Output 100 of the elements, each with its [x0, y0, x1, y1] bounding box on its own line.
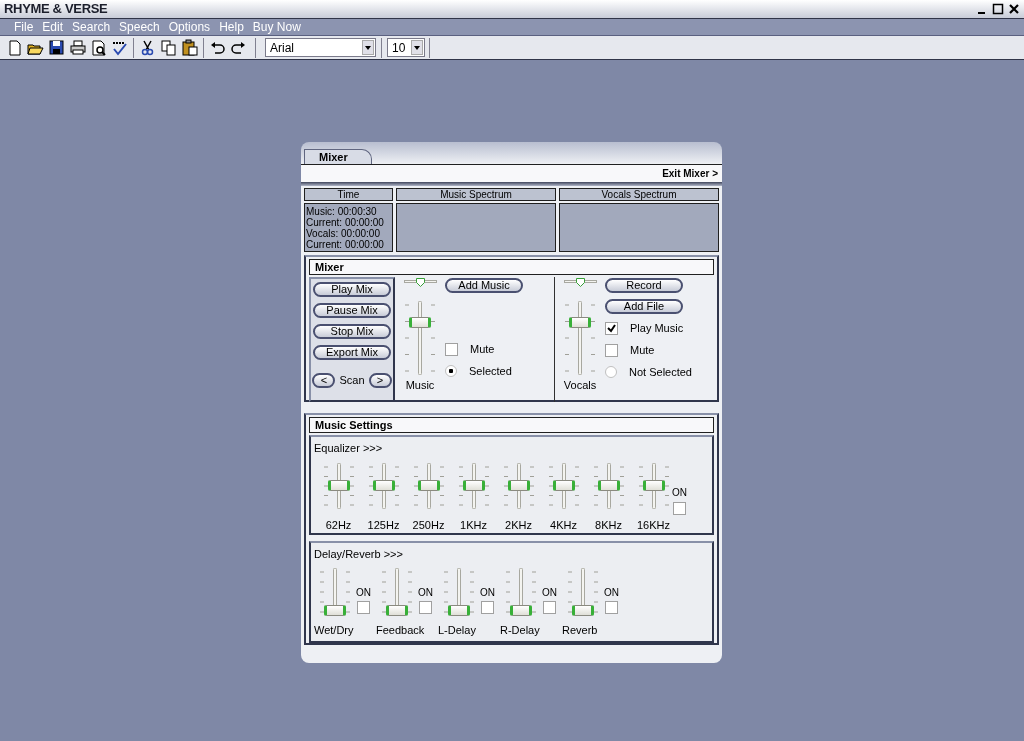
scan-back-button[interactable]: <: [312, 372, 336, 388]
on-label: ON: [672, 485, 687, 500]
transport-button[interactable]: Export Mix: [313, 345, 391, 360]
band-label: 62Hz: [325, 517, 352, 533]
slider-thumb[interactable]: [372, 480, 395, 491]
slider-thumb[interactable]: [507, 480, 530, 491]
redo-icon[interactable]: [230, 39, 247, 56]
vertical-slider[interactable]: [563, 301, 597, 375]
checkbox[interactable]: [481, 600, 494, 614]
slider-thumb[interactable]: [409, 316, 431, 328]
section-heading: Music Settings: [309, 417, 714, 433]
slider-thumb[interactable]: [415, 278, 425, 287]
column-header: Vocals Spectrum: [559, 188, 719, 201]
slider-thumb[interactable]: [510, 604, 532, 616]
checkbox[interactable]: [605, 343, 618, 357]
radio-button[interactable]: [605, 366, 617, 378]
checkbox[interactable]: [419, 600, 432, 614]
vertical-slider[interactable]: [442, 567, 476, 616]
vertical-slider[interactable]: [366, 462, 401, 509]
vertical-slider[interactable]: [501, 462, 536, 509]
slider-thumb[interactable]: [417, 480, 440, 491]
vertical-slider[interactable]: [566, 567, 600, 616]
caret-icon[interactable]: [411, 40, 423, 55]
copy-icon[interactable]: [160, 39, 177, 56]
print-preview-icon[interactable]: [90, 39, 107, 56]
slider-thumb[interactable]: [386, 604, 408, 616]
slider-thumb[interactable]: [462, 480, 485, 491]
vertical-slider[interactable]: [591, 462, 626, 509]
option-label: Mute: [630, 342, 655, 358]
on-label: ON: [542, 585, 557, 600]
channel-button[interactable]: Add Music: [445, 278, 523, 293]
slider-thumb[interactable]: [448, 604, 470, 616]
tab[interactable]: Mixer: [304, 149, 372, 164]
slider-thumb[interactable]: [642, 480, 665, 491]
transport-button[interactable]: Stop Mix: [313, 324, 391, 339]
band-label: 125Hz: [367, 517, 400, 533]
vertical-slider[interactable]: [456, 462, 491, 509]
slider-thumb[interactable]: [324, 604, 346, 616]
vertical-slider[interactable]: [636, 462, 671, 509]
channel-label: Music: [405, 378, 435, 393]
checkbox[interactable]: [357, 600, 370, 614]
printer-icon[interactable]: [69, 39, 86, 56]
caret-icon[interactable]: [362, 40, 374, 55]
paste-icon[interactable]: [181, 39, 198, 56]
band-label: 250Hz: [412, 517, 445, 533]
checkbox[interactable]: [445, 342, 458, 356]
spellcheck-icon[interactable]: [111, 39, 128, 56]
transport-button[interactable]: Play Mix: [313, 282, 391, 297]
band-label: 8KHz: [595, 517, 622, 533]
checkbox[interactable]: [605, 600, 618, 614]
effect-label: L-Delay: [438, 622, 476, 638]
transport-button[interactable]: Pause Mix: [313, 303, 391, 318]
scan-forward-button[interactable]: >: [368, 372, 392, 388]
pan-slider[interactable]: [403, 278, 437, 288]
equalizer-title: Equalizer >>>: [314, 441, 383, 456]
column-header: Time: [304, 188, 393, 201]
vertical-slider[interactable]: [411, 462, 446, 509]
time-readout: Vocals: 00:00:00: [306, 228, 381, 239]
on-label: ON: [418, 585, 433, 600]
time-readout: Current: 00:00:00: [306, 217, 385, 228]
slider-thumb[interactable]: [569, 316, 591, 328]
on-label: ON: [604, 585, 619, 600]
window-title: RHYME & VERSE: [4, 0, 108, 19]
slider-thumb[interactable]: [597, 480, 620, 491]
band-label: 4KHz: [550, 517, 577, 533]
option-label: Not Selected: [629, 364, 692, 380]
vertical-slider[interactable]: [321, 462, 356, 509]
vertical-slider[interactable]: [403, 301, 437, 375]
effect-label: Reverb: [562, 622, 598, 638]
save-icon[interactable]: [48, 39, 65, 56]
pan-slider[interactable]: [563, 278, 597, 288]
channel-button[interactable]: Record: [605, 278, 683, 293]
time-readout: Current: 00:00:00: [306, 239, 385, 250]
on-label: ON: [356, 585, 371, 600]
checkbox[interactable]: [673, 501, 686, 515]
radio-button[interactable]: [445, 365, 457, 377]
band-label: 16KHz: [637, 517, 670, 533]
vertical-slider[interactable]: [546, 462, 581, 509]
font-dropdown[interactable]: Arial: [265, 38, 376, 57]
maximize-icon[interactable]: [992, 3, 1004, 15]
checkbox[interactable]: [605, 321, 618, 335]
band-label: 1KHz: [460, 517, 487, 533]
effect-label: Feedback: [376, 622, 425, 638]
scissors-icon[interactable]: [139, 39, 156, 56]
undo-icon[interactable]: [209, 39, 226, 56]
slider-thumb[interactable]: [575, 278, 585, 287]
exit-mixer-link[interactable]: Exit Mixer >: [662, 166, 718, 182]
checkbox[interactable]: [543, 600, 556, 614]
slider-thumb[interactable]: [552, 480, 575, 491]
slider-thumb[interactable]: [572, 604, 594, 616]
channel-button[interactable]: Add File: [605, 299, 683, 314]
size-dropdown[interactable]: 10: [387, 38, 425, 57]
new-file-icon[interactable]: [6, 39, 23, 56]
column-header: Music Spectrum: [396, 188, 556, 201]
vertical-slider[interactable]: [380, 567, 414, 616]
slider-thumb[interactable]: [327, 480, 350, 491]
on-label: ON: [480, 585, 495, 600]
vertical-slider[interactable]: [318, 567, 352, 616]
close-icon[interactable]: [1008, 3, 1020, 15]
vertical-slider[interactable]: [504, 567, 538, 616]
